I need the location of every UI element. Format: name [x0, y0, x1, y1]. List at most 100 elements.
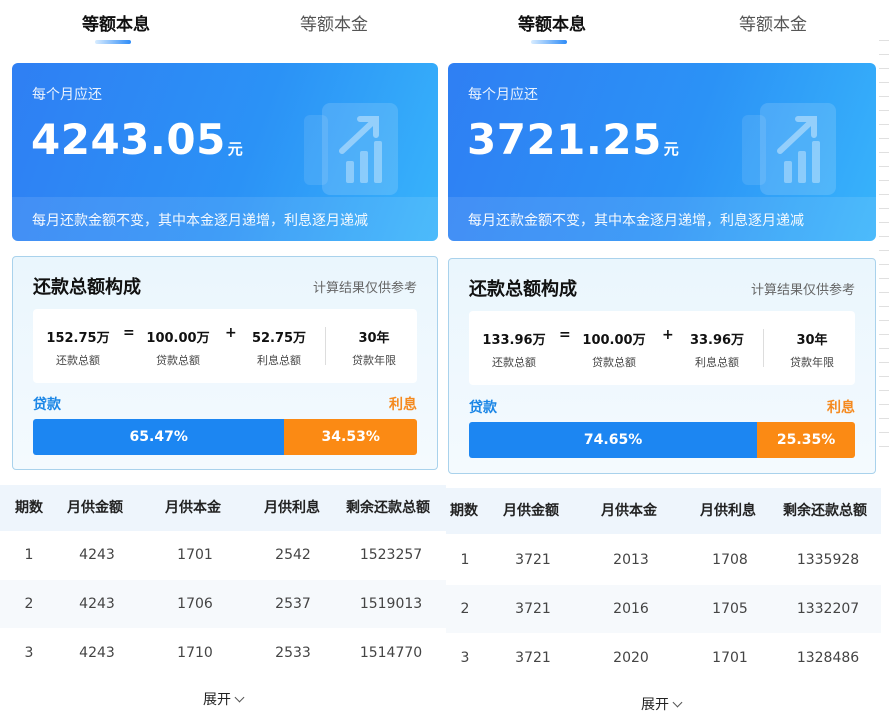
col-period: 期数: [450, 503, 478, 519]
payment-note-strip: 每月还款金额不变，其中本金逐月递增，利息逐月递减: [12, 197, 438, 241]
cell-principal: 1706: [177, 596, 213, 612]
loan-term-label: 贷款年限: [790, 356, 834, 369]
cell-payment: 3721: [515, 650, 551, 666]
col-monthly-principal: 月供本金: [601, 503, 657, 519]
repayment-method-tabs: 等额本息 等额本金: [446, 0, 889, 50]
cell-principal: 1701: [177, 547, 213, 563]
loan-principal-value: 100.00万: [146, 331, 210, 346]
tab-equal-installment[interactable]: 等额本息: [518, 10, 586, 35]
cell-period: 1: [24, 547, 34, 563]
composition-hint: 计算结果仅供参考: [750, 283, 855, 298]
loan-share-segment: 65.47%: [33, 419, 285, 455]
loan-term: 30年 贷款年限: [767, 329, 857, 370]
edge-ruler-lines: [879, 40, 889, 460]
cell-remaining: 1523257: [359, 547, 423, 563]
monthly-payment-amount: 4243.05 元: [31, 115, 243, 164]
tab-equal-principal[interactable]: 等额本金: [739, 10, 807, 35]
expand-button[interactable]: 展开: [203, 689, 245, 709]
composition-ratio-bar: 65.47% 34.53%: [33, 419, 417, 455]
col-monthly-payment: 月供金额: [67, 500, 123, 516]
cell-remaining: 1514770: [359, 645, 423, 661]
chevron-down-icon: [234, 692, 245, 703]
tab-equal-installment[interactable]: 等额本息: [82, 10, 150, 35]
total-interest-value: 33.96万: [689, 333, 745, 348]
cell-remaining: 1332207: [796, 601, 860, 617]
right-calculator-panel: 等额本息 等额本金 每个月应还 3721.25 元 每月还款金额不变，其中本金逐月…: [446, 0, 889, 714]
loan-share-segment: 74.65%: [469, 422, 758, 458]
loan-principal-label: 贷款总额: [156, 354, 200, 367]
payment-note: 每月还款金额不变，其中本金逐月递增，利息逐月递减: [468, 213, 804, 229]
cell-remaining: 1519013: [359, 596, 423, 612]
loan-share-label: 65.47%: [129, 429, 188, 445]
chevron-down-icon: [672, 697, 683, 708]
cell-principal: 2020: [613, 650, 649, 666]
formula-divider: [763, 329, 764, 367]
tab-equal-principal[interactable]: 等额本金: [300, 10, 368, 35]
loan-principal: 100.00万 贷款总额: [133, 327, 223, 368]
monthly-payment-amount: 3721.25 元: [467, 115, 679, 164]
loan-principal: 100.00万 贷款总额: [569, 329, 659, 370]
formula-divider: [325, 327, 326, 365]
monthly-payment-value: 4243.05: [31, 115, 226, 164]
composition-hint: 计算结果仅供参考: [312, 281, 417, 296]
col-remaining-total: 剩余还款总额: [346, 500, 430, 516]
table-row: 2 4243 1706 2537 1519013: [0, 580, 446, 628]
total-interest-label: 利息总额: [257, 354, 301, 367]
expand-button[interactable]: 展开: [641, 694, 683, 714]
composition-title: 还款总额构成: [33, 277, 141, 298]
loan-share-label: 74.65%: [583, 432, 643, 448]
active-tab-indicator: [531, 40, 567, 44]
col-remaining-total: 剩余还款总额: [783, 503, 867, 519]
cell-payment: 4243: [79, 645, 115, 661]
interest-share-segment: 25.35%: [757, 422, 855, 458]
loan-legend: 贷款: [33, 397, 61, 413]
rising-chart-icon: [304, 103, 398, 195]
monthly-payment-label: 每个月应还: [468, 87, 538, 103]
cell-interest: 2537: [275, 596, 311, 612]
total-interest-label: 利息总额: [695, 356, 739, 369]
interest-share-label: 25.35%: [776, 432, 836, 448]
composition-title: 还款总额构成: [469, 279, 577, 300]
total-repayment: 133.96万 还款总额: [469, 329, 559, 370]
loan-principal-label: 贷款总额: [592, 356, 636, 369]
table-row: 2 3721 2016 1705 1332207: [446, 585, 881, 633]
loan-term-label: 贷款年限: [352, 354, 396, 367]
cell-interest: 2542: [275, 547, 311, 563]
expand-label: 展开: [641, 697, 669, 713]
payment-note-strip: 每月还款金额不变，其中本金逐月递增，利息逐月递减: [448, 197, 876, 241]
table-row: 3 4243 1710 2533 1514770: [0, 629, 446, 677]
table-row: 3 3721 2020 1701 1328486: [446, 634, 881, 682]
cell-period: 2: [24, 596, 34, 612]
cell-period: 2: [460, 601, 470, 617]
cell-remaining: 1335928: [796, 552, 860, 568]
loan-legend: 贷款: [469, 400, 497, 416]
cell-principal: 2013: [613, 552, 649, 568]
cell-payment: 3721: [515, 552, 551, 568]
active-tab-indicator: [95, 40, 131, 44]
repayment-composition-card: 还款总额构成 计算结果仅供参考 133.96万 还款总额 = 100.00万 贷…: [448, 258, 876, 474]
cell-remaining: 1328486: [796, 650, 860, 666]
interest-share-label: 34.53%: [321, 429, 380, 445]
repayment-composition-card: 还款总额构成 计算结果仅供参考 152.75万 还款总额 = 100.00万 贷…: [12, 256, 438, 470]
cell-interest: 2533: [275, 645, 311, 661]
payment-note: 每月还款金额不变，其中本金逐月递增，利息逐月递减: [32, 213, 368, 229]
cell-principal: 2016: [613, 601, 649, 617]
cell-period: 1: [460, 552, 470, 568]
rising-chart-icon: [742, 103, 836, 195]
loan-term-value: 30年: [358, 331, 390, 346]
cell-payment: 4243: [79, 596, 115, 612]
cell-principal: 1710: [177, 645, 213, 661]
repayment-formula: 152.75万 还款总额 = 100.00万 贷款总额 + 52.75万 利息总…: [33, 309, 417, 383]
monthly-payment-label: 每个月应还: [32, 87, 102, 103]
cell-period: 3: [460, 650, 470, 666]
monthly-payment-card: 每个月应还 3721.25 元 每月还款金额不变，其中本金逐月递增，利息逐月递减: [448, 63, 876, 241]
total-repayment: 152.75万 还款总额: [33, 327, 123, 368]
schedule-table-header: 期数 月供金额 月供本金 月供利息 剩余还款总额: [0, 485, 446, 531]
total-interest-value: 52.75万: [251, 331, 307, 346]
table-row: 1 3721 2013 1708 1335928: [446, 536, 881, 584]
monthly-payment-unit: 元: [227, 140, 244, 158]
cell-interest: 1708: [712, 552, 748, 568]
schedule-table-header: 期数 月供金额 月供本金 月供利息 剩余还款总额: [446, 488, 881, 534]
left-calculator-panel: 等额本息 等额本金 每个月应还 4243.05 元 每月还款金额不变，其中本金逐月…: [0, 0, 446, 714]
repayment-method-tabs: 等额本息 等额本金: [0, 0, 446, 50]
